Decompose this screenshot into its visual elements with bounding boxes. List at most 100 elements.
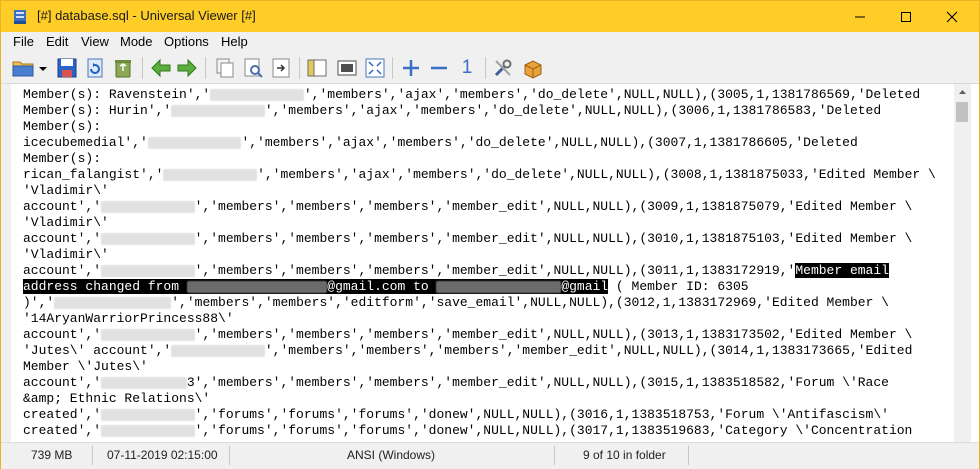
- copy-button[interactable]: [213, 56, 237, 80]
- status-separator: [554, 446, 555, 465]
- text-line: account',' ','members','members','member…: [23, 231, 951, 247]
- redacted-text: [101, 408, 195, 421]
- text-line: account',' ','members','members','member…: [23, 327, 951, 343]
- zoom-out-icon: [431, 66, 447, 70]
- fit-window-button[interactable]: [363, 56, 387, 80]
- text-line: Member(s):: [23, 119, 951, 135]
- text-line: 'Vladimir\': [23, 183, 951, 199]
- text-segment: ','forums','forums','forums','donew',NUL…: [194, 423, 913, 438]
- redacted-text: [163, 168, 258, 181]
- text-segment: account',': [23, 263, 102, 278]
- text-segment: ','members','ajax','members','do_delete'…: [257, 167, 936, 182]
- original-size-button[interactable]: 1: [455, 56, 479, 80]
- menu-file[interactable]: File: [13, 34, 34, 49]
- selected-text: address changed from: [23, 279, 187, 294]
- text-segment: account',': [23, 231, 102, 246]
- vertical-scrollbar[interactable]: [954, 84, 971, 442]
- fullscreen-icon: [337, 60, 357, 76]
- recycle-bin-icon: [115, 60, 131, 78]
- text-segment: ( Member ID: 6305: [608, 279, 749, 294]
- redacted-text: [101, 232, 195, 245]
- close-button[interactable]: [929, 1, 975, 32]
- menu-mode[interactable]: Mode: [120, 34, 153, 49]
- text-content[interactable]: Member(s): Ravenstein',' ','members','aj…: [23, 87, 951, 439]
- menu-edit[interactable]: Edit: [46, 34, 68, 49]
- text-line: created',' ','forums','forums','forums',…: [23, 423, 951, 439]
- text-line: Member(s): Hurin',' ','members','ajax','…: [23, 103, 951, 119]
- back-button[interactable]: [149, 56, 173, 80]
- text-segment: Member(s):: [23, 119, 102, 134]
- text-segment: Member \'Jutes\': [23, 359, 148, 374]
- app-window: [#] database.sql - Universal Viewer [#] …: [0, 0, 980, 469]
- toolbar-separator: [299, 57, 300, 79]
- menu-options[interactable]: Options: [164, 34, 209, 49]
- redacted-text: [101, 424, 195, 437]
- text-segment: '14AryanWarriorPrincess88\': [23, 311, 234, 326]
- minimize-button[interactable]: [837, 1, 883, 32]
- text-segment: account',': [23, 327, 102, 342]
- window-title: [#] database.sql - Universal Viewer [#]: [37, 8, 256, 23]
- selected-text: Member email: [795, 263, 889, 278]
- redacted-text: [171, 344, 265, 357]
- text-line: &amp; Ethnic Relations\': [23, 391, 951, 407]
- panel-icon: [307, 59, 327, 77]
- menu-view[interactable]: View: [81, 34, 109, 49]
- text-segment: rican_falangist',': [23, 167, 164, 182]
- text-segment: ','members','ajax','members','do_delete'…: [264, 103, 882, 118]
- text-line: 'Vladimir\': [23, 215, 951, 231]
- text-segment: ','members','members','editform','save_e…: [171, 295, 889, 310]
- export-button[interactable]: [269, 56, 293, 80]
- text-line: icecubemedial',' ','members','ajax','mem…: [23, 135, 951, 151]
- redacted-text: [101, 200, 195, 213]
- original-size-icon: 1: [461, 57, 473, 78]
- zoom-out-button[interactable]: [427, 56, 451, 80]
- forward-button[interactable]: [175, 56, 199, 80]
- save-icon: [57, 58, 77, 78]
- forward-arrow-icon: [177, 58, 197, 78]
- fit-window-icon: [365, 58, 385, 78]
- text-viewer[interactable]: Member(s): Ravenstein',' ','members','aj…: [1, 84, 979, 442]
- fullscreen-button[interactable]: [335, 56, 359, 80]
- open-dropdown[interactable]: [37, 56, 49, 80]
- toolbar-separator: [485, 57, 486, 79]
- settings-button[interactable]: [491, 56, 515, 80]
- print-preview-icon: [244, 58, 263, 78]
- text-line: )',' ','members','members','editform','s…: [23, 295, 951, 311]
- scrollbar-thumb[interactable]: [956, 102, 968, 122]
- menu-help[interactable]: Help: [221, 34, 248, 49]
- reload-button[interactable]: [83, 56, 107, 80]
- text-segment: 3','members','members','members','member…: [186, 375, 889, 390]
- redacted-text: [436, 280, 562, 293]
- close-icon: [946, 11, 958, 23]
- text-line: account',' 3','members','members','membe…: [23, 375, 951, 391]
- status-encoding: ANSI (Windows): [347, 448, 436, 462]
- save-button[interactable]: [55, 56, 79, 80]
- plugins-button[interactable]: [521, 56, 545, 80]
- zoom-in-button[interactable]: [399, 56, 423, 80]
- redacted-text: [210, 88, 304, 101]
- text-segment: 'Vladimir\': [23, 215, 109, 230]
- dropdown-arrow-icon: [39, 67, 47, 71]
- redacted-text: [101, 328, 195, 341]
- print-preview-button[interactable]: [241, 56, 265, 80]
- text-segment: created',': [23, 423, 102, 438]
- open-button[interactable]: [11, 56, 35, 80]
- maximize-button[interactable]: [883, 1, 929, 32]
- text-segment: &amp; Ethnic Relations\': [23, 391, 211, 406]
- minimize-icon: [855, 16, 865, 18]
- left-gutter: [1, 84, 11, 442]
- title-bar[interactable]: [#] database.sql - Universal Viewer [#]: [1, 1, 979, 32]
- text-segment: Member(s): Hurin',': [23, 103, 172, 118]
- text-segment: 'Vladimir\': [23, 183, 109, 198]
- status-file-size: 739 MB: [31, 448, 73, 462]
- selected-text: [186, 279, 328, 294]
- plugin-box-icon: [524, 60, 542, 79]
- text-segment: Member(s): Ravenstein',': [23, 87, 211, 102]
- redacted-text: [101, 376, 187, 389]
- scroll-up-icon[interactable]: [954, 84, 971, 100]
- delete-button[interactable]: [111, 56, 135, 80]
- zoom-in-icon: [403, 60, 419, 76]
- back-arrow-icon: [151, 58, 171, 78]
- panel-button[interactable]: [305, 56, 329, 80]
- text-line: Member(s): Ravenstein',' ','members','aj…: [23, 87, 951, 103]
